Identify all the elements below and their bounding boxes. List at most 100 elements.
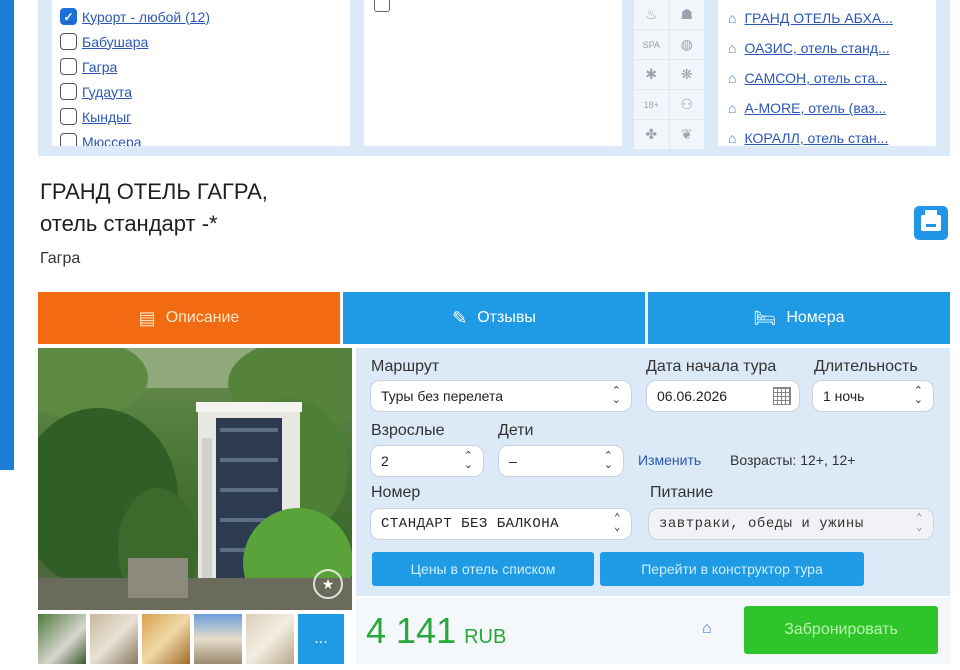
meal-label: Питание: [650, 484, 714, 501]
checkbox-icon[interactable]: [60, 83, 77, 100]
spa-icon[interactable]: SPA: [634, 30, 669, 59]
family-icon[interactable]: ⚇: [669, 90, 704, 119]
hotel-list-item[interactable]: ⌂ A-MORE, отель (ваз...: [718, 93, 936, 123]
photo-thumbnail[interactable]: [142, 614, 190, 664]
children-label: Дети: [498, 422, 534, 439]
more-photos-button[interactable]: ...: [298, 614, 344, 664]
resort-option-label: Гудаута: [82, 83, 133, 100]
hotel-list-item[interactable]: ⌂ ОАЗИС, отель станд...: [718, 33, 936, 63]
pet-icon[interactable]: ❋: [669, 60, 704, 89]
select-arrows-icon: ⌃ ⌄: [915, 513, 923, 534]
pencil-icon: ✎: [452, 307, 468, 328]
bathrobe-icon[interactable]: ☗: [669, 0, 704, 29]
hotel-city: Гагра: [40, 250, 81, 267]
tab-description[interactable]: ▤ Описание: [38, 292, 340, 344]
sauna-icon[interactable]: ♨: [634, 0, 669, 29]
photo-thumbnails: ...: [38, 614, 352, 664]
checkbox-icon[interactable]: [60, 133, 77, 146]
medical-icon[interactable]: ✱: [634, 60, 669, 89]
hotel-photo-illustration: ★: [38, 348, 352, 610]
select-arrows-icon: ⌃ ⌄: [613, 513, 621, 534]
photo-thumbnail[interactable]: [194, 614, 242, 664]
filter-panel: ✓ Курорт - любой (12) Бабушара Гагра Гуд…: [38, 0, 950, 156]
checkbox-checked-icon[interactable]: ✓: [60, 8, 77, 25]
meal-select[interactable]: завтраки, обеды и ужины ⌃ ⌄: [648, 508, 934, 540]
resort-option-label: Мюссера: [82, 133, 142, 147]
room-label: Номер: [371, 484, 421, 501]
svg-text:★: ★: [322, 577, 335, 593]
resort-option-label: Кындыг: [82, 108, 132, 125]
tour-constructor-button[interactable]: Перейти в конструктор тура: [600, 552, 864, 586]
dog-icon[interactable]: ✤: [634, 120, 669, 149]
checkbox-icon[interactable]: [60, 33, 77, 50]
hotel-list-item[interactable]: ⌂ ГРАНД ОТЕЛЬ АБХА...: [718, 3, 936, 33]
amenity-filter-grid: ♨ ☗ SPA ◍ ✱ ❋ 18+ ⚇ ✤ ❦: [634, 0, 704, 150]
photo-thumbnail[interactable]: [246, 614, 294, 664]
house-icon: ⌂: [728, 70, 737, 86]
resort-option-gudauta[interactable]: Гудаута: [52, 79, 350, 104]
hotel-list-item[interactable]: ⌂ САМСОН, отель ста...: [718, 63, 936, 93]
ages-text: Возрасты: 12+, 12+: [730, 452, 856, 468]
calendar-icon[interactable]: [773, 387, 791, 405]
print-button[interactable]: [914, 206, 948, 240]
price-currency: RUB: [464, 626, 507, 648]
house-icon: ⌂: [728, 130, 737, 146]
checkbox-icon[interactable]: [60, 108, 77, 125]
house-icon: ⌂: [728, 100, 737, 116]
hotel-main-photo[interactable]: ★: [38, 348, 352, 610]
printer-icon: [921, 210, 941, 231]
resort-option-label: Бабушара: [82, 33, 149, 50]
resort-option-label: Гагра: [82, 58, 118, 75]
adults-select[interactable]: 2 ⌃ ⌄: [370, 445, 484, 477]
adults-label: Взрослые: [371, 422, 445, 439]
tour-price: 4 141 RUB: [366, 610, 506, 652]
date-label: Дата начала тура: [646, 358, 777, 375]
photo-thumbnail[interactable]: [38, 614, 86, 664]
checkbox-icon[interactable]: [60, 58, 77, 75]
route-label: Маршрут: [371, 358, 440, 375]
resort-option-gagra[interactable]: Гагра: [52, 54, 350, 79]
resort-option-kyndyg[interactable]: Кындыг: [52, 104, 350, 129]
select-arrows-icon: ⌃ ⌄: [463, 450, 473, 471]
tab-rooms[interactable]: 🛏 Номера: [648, 292, 950, 344]
category-filter-list[interactable]: [364, 0, 622, 146]
hotel-list-item[interactable]: ⌂ КОРАЛЛ, отель стан...: [718, 123, 936, 153]
book-button[interactable]: Забронировать: [744, 606, 938, 654]
house-icon[interactable]: ⌂: [702, 620, 712, 638]
hotel-list: ⌂ ГРАНД ОТЕЛЬ АБХА... ⌂ ОАЗИС, отель станд…: [718, 0, 936, 146]
adult-18-icon[interactable]: 18+: [634, 90, 669, 119]
resort-option-babushara[interactable]: Бабушара: [52, 29, 350, 54]
room-select[interactable]: СТАНДАРТ БЕЗ БАЛКОНА ⌃ ⌄: [370, 508, 632, 540]
house-icon: ⌂: [728, 10, 737, 26]
tab-reviews[interactable]: ✎ Отзывы: [343, 292, 645, 344]
resort-filter-list[interactable]: ✓ Курорт - любой (12) Бабушара Гагра Гуд…: [52, 0, 350, 146]
change-ages-link[interactable]: Изменить: [638, 452, 701, 468]
select-arrows-icon: ⌃ ⌄: [603, 450, 613, 471]
left-accent-strip: [0, 0, 14, 470]
children-select[interactable]: – ⌃ ⌄: [498, 445, 624, 477]
hotel-title: ГРАНД ОТЕЛЬ ГАГРА, отель стандарт -*: [40, 176, 268, 240]
date-input[interactable]: 06.06.2026: [646, 380, 800, 412]
bed-icon: 🛏: [753, 307, 777, 328]
booking-form: Маршрут Туры без перелета ⌃ ⌄ Дата начала…: [356, 348, 950, 596]
price-amount: 4 141: [366, 610, 457, 651]
document-icon: ▤: [138, 307, 156, 328]
duration-label: Длительность: [814, 358, 918, 375]
resort-option-myussera[interactable]: Мюссера: [52, 129, 350, 146]
route-select[interactable]: Туры без перелета ⌃ ⌄: [370, 380, 632, 412]
hotel-name-line1: ГРАНД ОТЕЛЬ ГАГРА,: [40, 179, 268, 204]
duration-select[interactable]: 1 ночь ⌃ ⌄: [812, 380, 934, 412]
select-arrows-icon: ⌃ ⌄: [913, 385, 923, 406]
ball-icon[interactable]: ◍: [669, 30, 704, 59]
select-arrows-icon: ⌃ ⌄: [611, 385, 621, 406]
hotel-name-line2: отель стандарт -*: [40, 211, 218, 236]
handshake-icon[interactable]: ❦: [669, 120, 704, 149]
photo-thumbnail[interactable]: [90, 614, 138, 664]
prices-list-button[interactable]: Цены в отель списком: [372, 552, 594, 586]
price-row: 4 141 RUB ⌂ Забронировать: [356, 598, 950, 664]
resort-option-any[interactable]: ✓ Курорт - любой (12): [52, 4, 350, 29]
checkbox-icon[interactable]: [374, 0, 390, 12]
resort-option-label: Курорт - любой (12): [82, 8, 210, 25]
house-icon: ⌂: [728, 40, 737, 56]
hotel-tabs: ▤ Описание ✎ Отзывы 🛏 Номера: [38, 292, 950, 344]
